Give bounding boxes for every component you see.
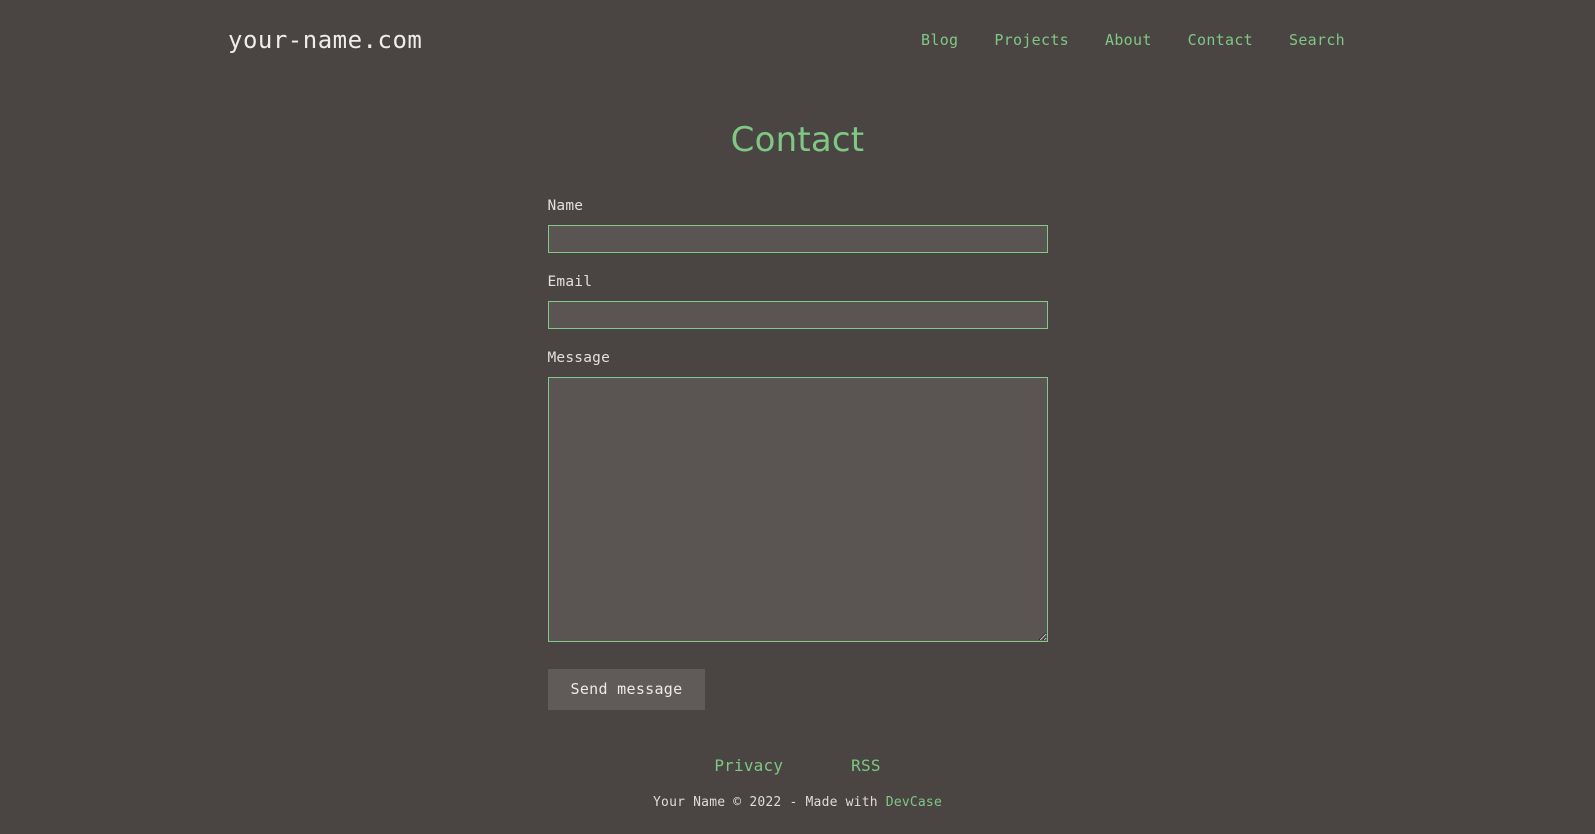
copyright-prefix: Your Name © 2022 - Made with [653, 794, 886, 810]
message-textarea[interactable] [547, 377, 1048, 643]
devcase-credit-link[interactable]: DevCase [886, 795, 942, 810]
main-content: Contact Name Email Message Send message [0, 80, 1595, 758]
copyright-text: Your Name © 2022 - Made with DevCase [653, 794, 942, 810]
field-name: Name [547, 198, 1048, 275]
page-root: your-name.com Blog Projects About Contac… [0, 0, 1595, 834]
nav-item-search[interactable]: Search [1289, 32, 1345, 48]
contact-form: Name Email Message Send message [547, 198, 1048, 710]
footer-links: Privacy RSS [714, 757, 881, 774]
nav-item-blog[interactable]: Blog [921, 32, 958, 48]
page-title: Contact [730, 120, 865, 160]
footer-link-privacy[interactable]: Privacy [714, 757, 783, 774]
send-message-button[interactable]: Send message [547, 669, 706, 710]
site-header: your-name.com Blog Projects About Contac… [0, 0, 1595, 80]
main-navigation: Blog Projects About Contact Search [921, 32, 1345, 48]
nav-item-about[interactable]: About [1105, 32, 1152, 48]
footer-link-rss[interactable]: RSS [851, 757, 881, 774]
field-email: Email [547, 274, 1048, 351]
nav-item-projects[interactable]: Projects [994, 32, 1069, 48]
message-label: Message [547, 350, 611, 367]
email-label: Email [547, 274, 593, 291]
name-input[interactable] [547, 225, 1048, 254]
site-footer: Privacy RSS Your Name © 2022 - Made with… [0, 757, 1595, 834]
name-label: Name [547, 198, 584, 215]
site-logo[interactable]: your-name.com [228, 28, 422, 52]
email-input[interactable] [547, 301, 1048, 330]
nav-item-contact[interactable]: Contact [1188, 32, 1253, 48]
field-message: Message [547, 350, 1048, 669]
